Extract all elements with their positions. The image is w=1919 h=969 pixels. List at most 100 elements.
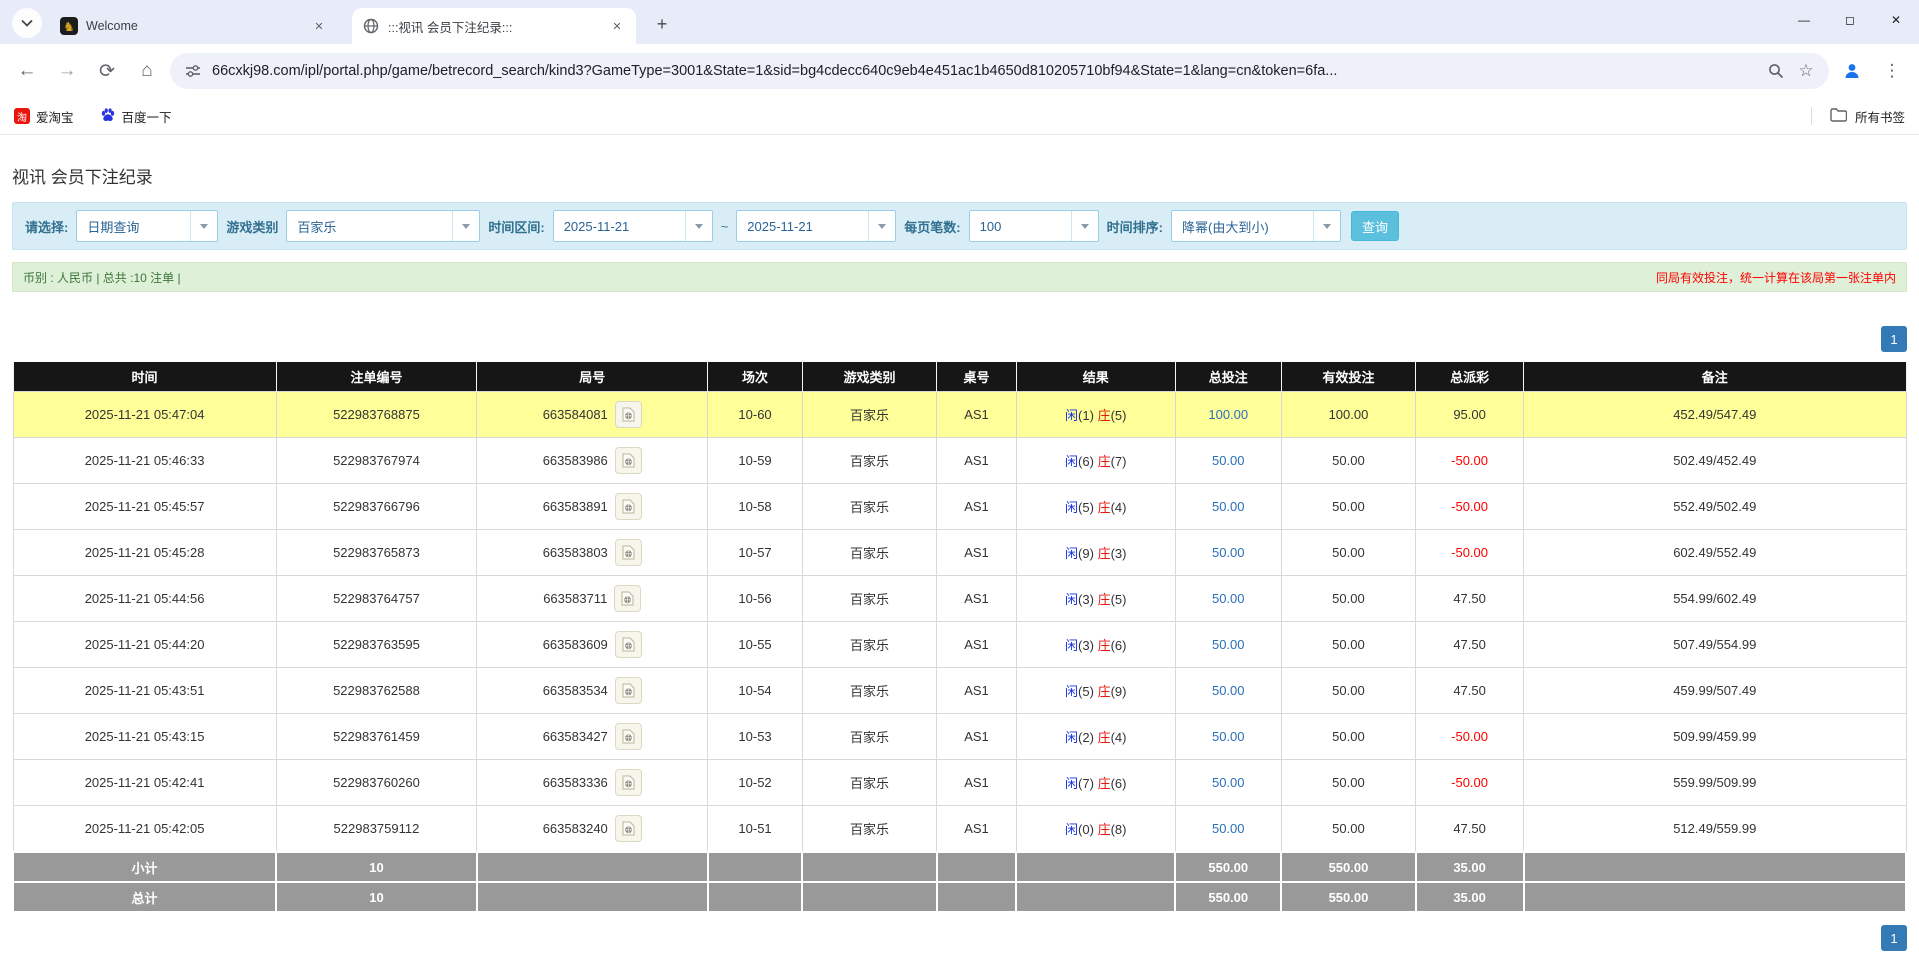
cell-round-id: 663583336 (477, 760, 708, 806)
tab-search-button[interactable] (12, 8, 42, 38)
cell-result: 闲(3) 庄(6) (1016, 622, 1175, 668)
minimize-button[interactable]: — (1781, 0, 1827, 40)
page-size-select[interactable]: 100 (969, 210, 1099, 242)
tab-welcome[interactable]: ♞ Welcome ✕ (50, 8, 338, 44)
date-from-select[interactable]: 2025-11-21 (553, 210, 713, 242)
cell-result: 闲(9) 庄(3) (1016, 530, 1175, 576)
table-row: 2025-11-21 05:45:57522983766796663583891… (13, 484, 1906, 530)
cell-payout: 95.00 (1416, 392, 1524, 438)
cell-note: 509.99/459.99 (1524, 714, 1906, 760)
reload-button[interactable]: ⟳ (90, 54, 124, 88)
tilde-separator: ~ (721, 219, 729, 234)
cell-total-bet[interactable]: 50.00 (1175, 438, 1281, 484)
folder-icon (1830, 108, 1847, 125)
url-text[interactable]: 66cxkj98.com/ipl/portal.php/game/betreco… (212, 63, 1757, 79)
sort-select[interactable]: 降幂(由大到小) (1171, 210, 1341, 242)
column-header: 有效投注 (1281, 362, 1415, 392)
video-replay-button[interactable] (615, 631, 642, 658)
cell-session: 10-58 (708, 484, 803, 530)
video-replay-button[interactable] (615, 677, 642, 704)
search-button[interactable]: 查询 (1351, 211, 1399, 241)
video-replay-button[interactable] (614, 585, 641, 612)
video-replay-button[interactable] (615, 401, 642, 428)
baidu-icon (100, 107, 116, 126)
cell-total-bet[interactable]: 100.00 (1175, 392, 1281, 438)
column-header: 局号 (477, 362, 708, 392)
cell-total-bet[interactable]: 50.00 (1175, 806, 1281, 853)
cell-table-no: AS1 (937, 392, 1017, 438)
cell-total-bet[interactable]: 50.00 (1175, 760, 1281, 806)
cell-time: 2025-11-21 05:45:28 (13, 530, 276, 576)
cell-total-bet[interactable]: 50.00 (1175, 484, 1281, 530)
tab-betrecord[interactable]: :::视讯 会员下注纪录::: ✕ (352, 8, 636, 44)
query-type-select[interactable]: 日期查询 (76, 210, 218, 242)
cell-session: 10-52 (708, 760, 803, 806)
url-bar[interactable]: 66cxkj98.com/ipl/portal.php/game/betreco… (170, 53, 1829, 89)
table-header-row: 时间注单编号局号场次游戏类别桌号结果总投注有效投注总派彩备注 (13, 362, 1906, 392)
cell-total-bet[interactable]: 50.00 (1175, 576, 1281, 622)
cell-game-type: 百家乐 (802, 484, 936, 530)
video-replay-button[interactable] (615, 769, 642, 796)
forward-button[interactable]: → (50, 54, 84, 88)
cell-payout: -50.00 (1416, 484, 1524, 530)
video-replay-button[interactable] (615, 539, 642, 566)
close-window-button[interactable]: ✕ (1873, 0, 1919, 40)
cell-time: 2025-11-21 05:46:33 (13, 438, 276, 484)
all-bookmarks-button[interactable]: 所有书签 (1811, 107, 1905, 126)
video-replay-button[interactable] (615, 447, 642, 474)
profile-avatar[interactable] (1835, 54, 1869, 88)
cell-total-bet[interactable]: 50.00 (1175, 714, 1281, 760)
cell-total-bet[interactable]: 50.00 (1175, 668, 1281, 714)
bookmark-baidu[interactable]: 百度一下 (100, 107, 172, 126)
summary-cell (1016, 852, 1175, 882)
cell-time: 2025-11-21 05:44:56 (13, 576, 276, 622)
cell-round-id: 663583803 (477, 530, 708, 576)
video-replay-button[interactable] (615, 723, 642, 750)
table-row: 2025-11-21 05:43:51522983762588663583534… (13, 668, 1906, 714)
cell-round-id: 663583240 (477, 806, 708, 853)
cell-game-type: 百家乐 (802, 622, 936, 668)
maximize-button[interactable]: ◻ (1827, 0, 1873, 40)
cell-total-bet[interactable]: 50.00 (1175, 622, 1281, 668)
column-header: 备注 (1524, 362, 1906, 392)
page-number-button[interactable]: 1 (1881, 326, 1907, 352)
cell-bet-id: 522983767974 (276, 438, 477, 484)
column-header: 总投注 (1175, 362, 1281, 392)
tab-strip: ♞ Welcome ✕ :::视讯 会员下注纪录::: ✕ + — ◻ ✕ (0, 0, 1919, 44)
summary-cell: 总计 (13, 882, 276, 912)
cell-session: 10-59 (708, 438, 803, 484)
bookmark-taobao[interactable]: 淘 爱淘宝 (14, 107, 74, 126)
taobao-icon: 淘 (14, 108, 30, 124)
notice-text: 同局有效投注，统一计算在该局第一张注单内 (1656, 269, 1896, 286)
game-type-select[interactable]: 百家乐 (286, 210, 480, 242)
cell-table-no: AS1 (937, 714, 1017, 760)
cell-result: 闲(6) 庄(7) (1016, 438, 1175, 484)
video-replay-button[interactable] (615, 815, 642, 842)
browser-menu-button[interactable]: ⋮ (1875, 54, 1909, 88)
home-button[interactable]: ⌂ (130, 54, 164, 88)
cell-result: 闲(5) 庄(4) (1016, 484, 1175, 530)
cell-bet-id: 522983762588 (276, 668, 477, 714)
tab-close-icon[interactable]: ✕ (310, 17, 328, 35)
column-header: 时间 (13, 362, 276, 392)
tab-close-icon[interactable]: ✕ (608, 17, 626, 35)
table-row: 2025-11-21 05:47:04522983768875663584081… (13, 392, 1906, 438)
bookmark-star-icon[interactable]: ☆ (1795, 60, 1817, 82)
page-title: 视讯 会员下注纪录 (12, 163, 1907, 188)
cell-result: 闲(1) 庄(5) (1016, 392, 1175, 438)
zoom-icon[interactable] (1765, 60, 1787, 82)
summary-bar: 币别 : 人民币 | 总共 :10 注单 | 同局有效投注，统一计算在该局第一张… (12, 262, 1907, 292)
cell-total-bet[interactable]: 50.00 (1175, 530, 1281, 576)
cell-note: 502.49/452.49 (1524, 438, 1906, 484)
cell-session: 10-56 (708, 576, 803, 622)
date-to-select[interactable]: 2025-11-21 (736, 210, 896, 242)
back-button[interactable]: ← (10, 54, 44, 88)
summary-cell: 550.00 (1281, 852, 1415, 882)
new-tab-button[interactable]: + (648, 10, 676, 38)
cell-round-id: 663583427 (477, 714, 708, 760)
date-range-label: 时间区间: (488, 217, 544, 236)
cell-result: 闲(5) 庄(9) (1016, 668, 1175, 714)
site-settings-icon[interactable] (182, 60, 204, 82)
video-replay-button[interactable] (615, 493, 642, 520)
page-number-button[interactable]: 1 (1881, 925, 1907, 951)
